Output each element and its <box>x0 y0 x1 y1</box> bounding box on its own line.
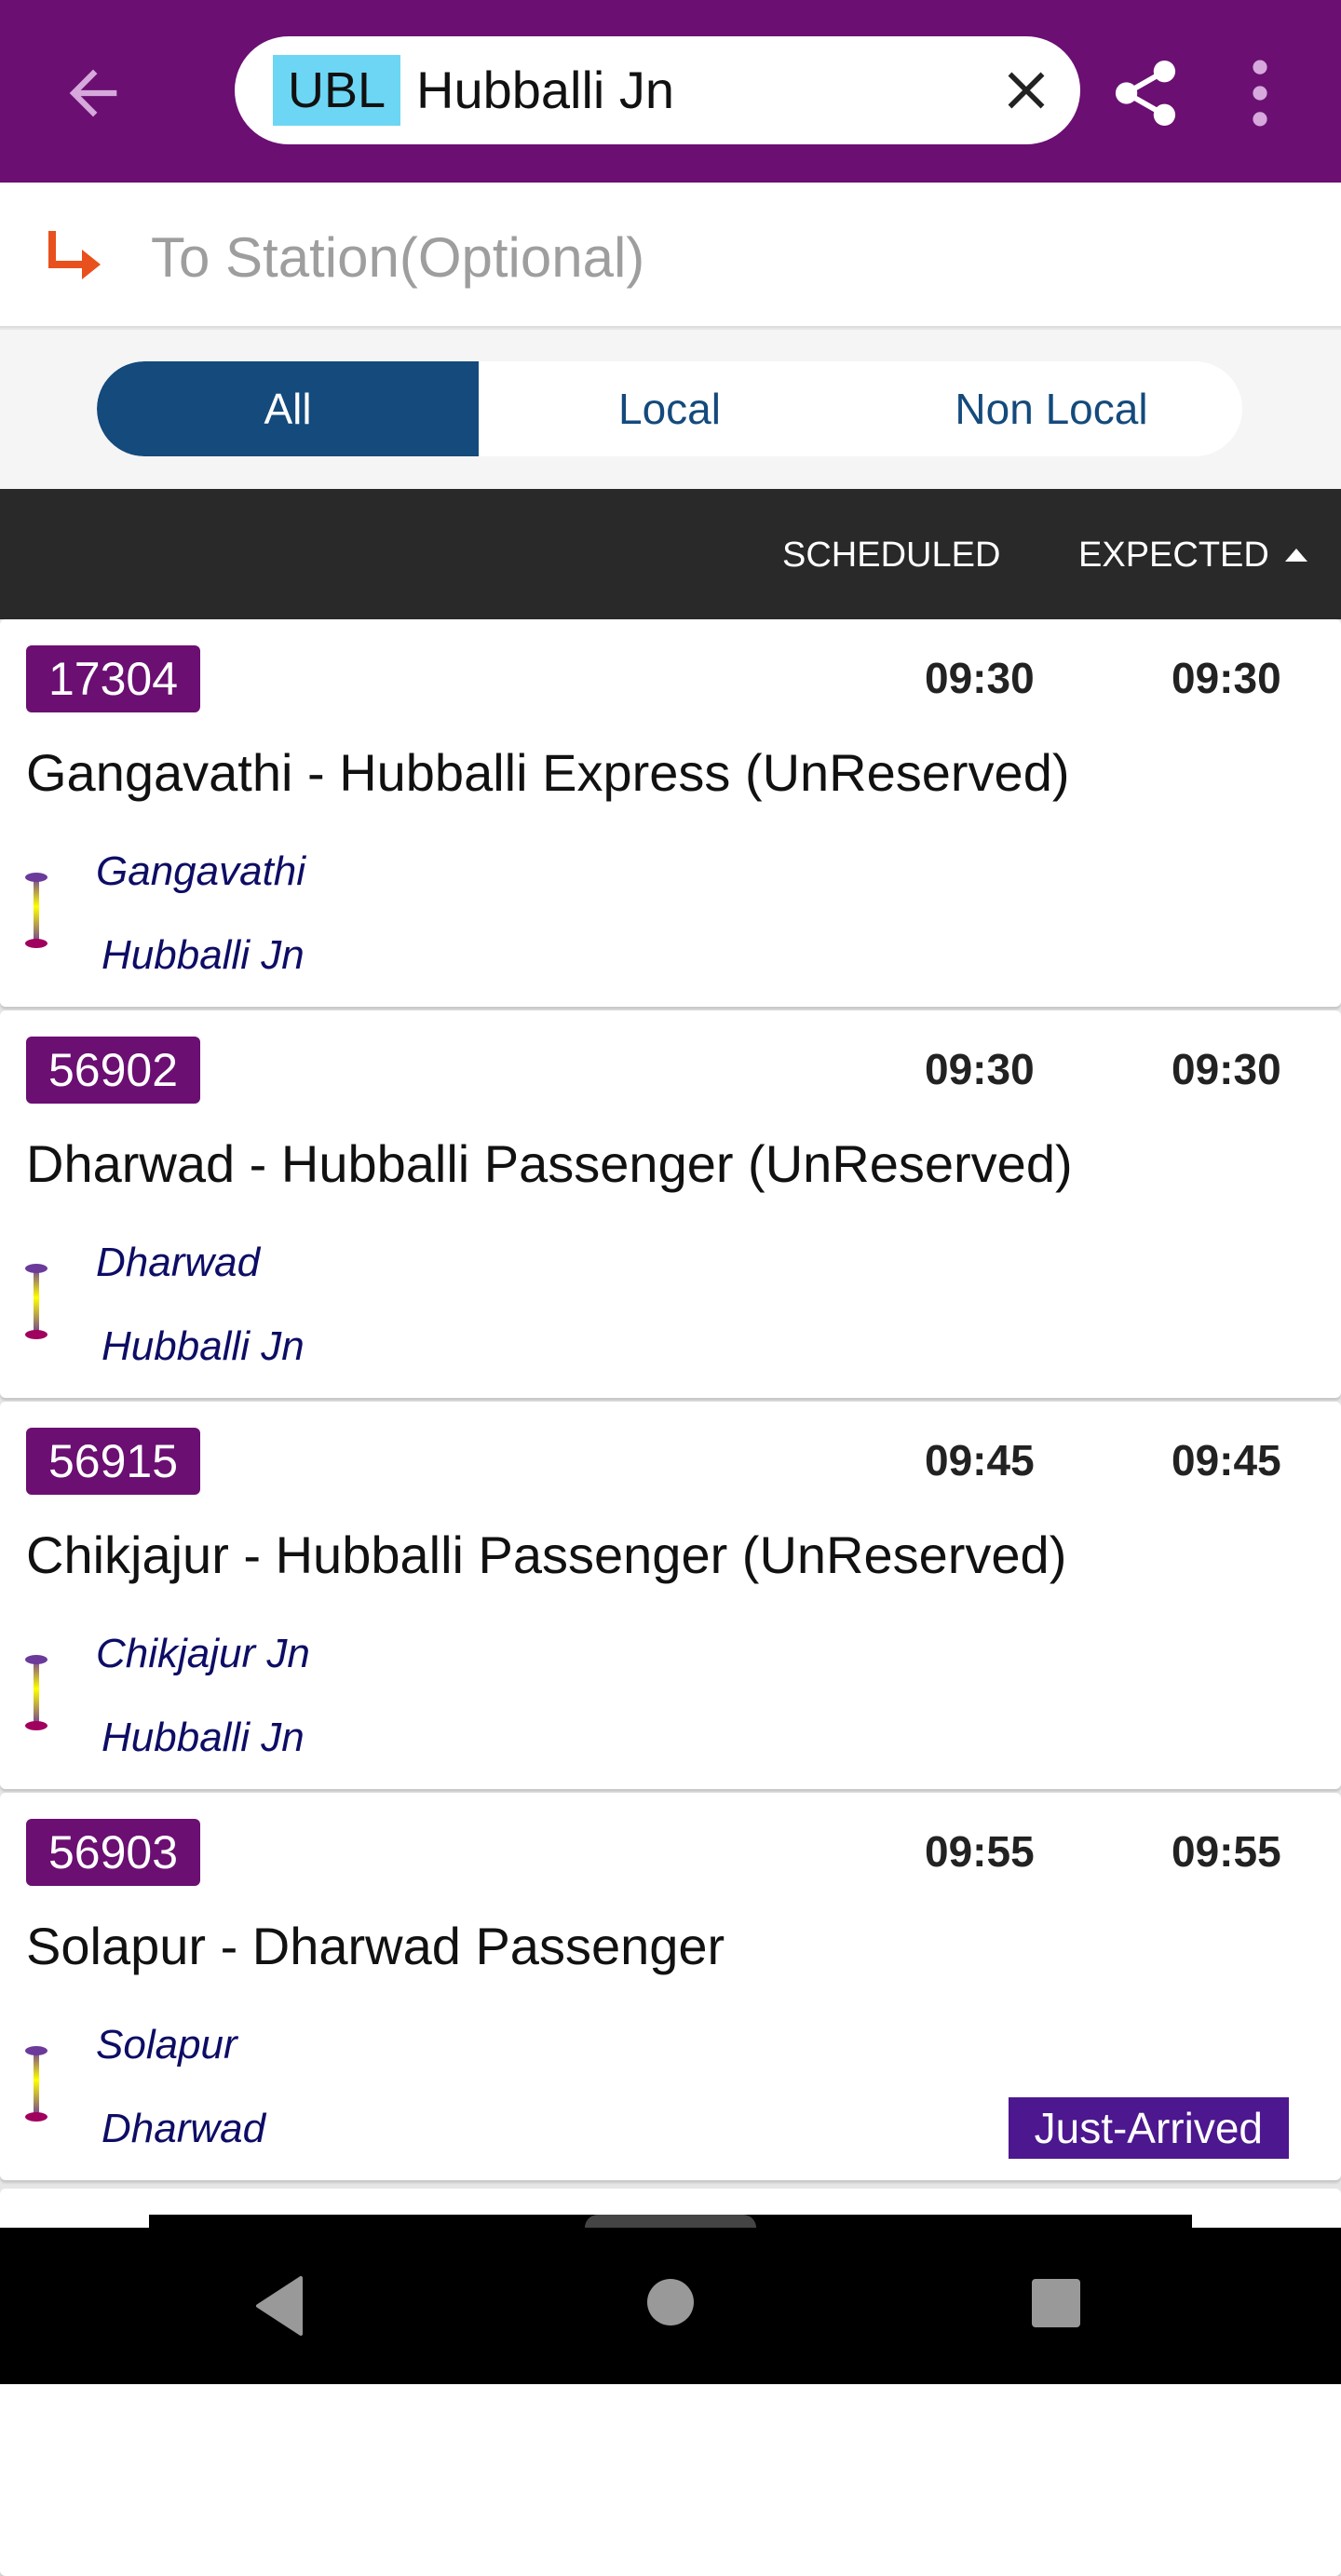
from-station-field[interactable]: UBL Hubballi Jn <box>235 36 1080 144</box>
system-nav-bar <box>0 2228 1341 2384</box>
origin-station: Chikjajur Jn <box>96 1631 310 1676</box>
origin-station: Gangavathi <box>96 848 306 894</box>
station-code-badge: UBL <box>273 55 401 126</box>
expected-time: 09:30 <box>1172 1045 1281 1093</box>
destination-station: Hubballi Jn <box>102 1715 305 1760</box>
train-number-badge: 56903 <box>26 1819 201 1886</box>
scheduled-time: 09:45 <box>925 1436 1035 1485</box>
origin-station: Solapur <box>96 2022 237 2068</box>
train-card[interactable]: 56902 09:30 09:30 Dharwad - Hubballi Pas… <box>0 1010 1341 1398</box>
nav-back-icon[interactable] <box>256 2276 303 2336</box>
train-name: Solapur - Dharwad Passenger <box>26 1917 725 1975</box>
tab-all[interactable]: All <box>97 361 479 456</box>
nav-recents-icon[interactable] <box>1032 2279 1080 2327</box>
scheduled-time: 09:55 <box>925 1827 1035 1876</box>
scheduled-column[interactable]: SCHEDULED <box>782 536 1000 576</box>
share-icon[interactable] <box>1113 58 1178 129</box>
to-station-placeholder: To Station(Optional) <box>151 226 645 289</box>
destination-station: Hubballi Jn <box>102 932 305 978</box>
to-station-input[interactable]: To Station(Optional) <box>0 183 1341 328</box>
expected-time: 09:30 <box>1172 654 1281 702</box>
close-icon[interactable] <box>998 62 1054 118</box>
nav-home-icon[interactable] <box>646 2278 695 2326</box>
app-bar: UBL Hubballi Jn <box>0 0 1341 183</box>
route-icon <box>25 1655 47 1730</box>
scheduled-time: 09:30 <box>925 1045 1035 1093</box>
filter-bar: All Local Non Local <box>0 330 1341 489</box>
tab-local[interactable]: Local <box>479 361 860 456</box>
more-options-icon[interactable] <box>1243 58 1277 129</box>
origin-station: Dharwad <box>96 1240 261 1285</box>
station-name: Hubballi Jn <box>416 61 675 119</box>
train-number-badge: 17304 <box>26 645 201 712</box>
train-number-badge: 56902 <box>26 1037 201 1104</box>
train-number-badge: 56915 <box>26 1428 201 1495</box>
filter-segmented-control: All Local Non Local <box>97 361 1242 456</box>
column-header: SCHEDULED EXPECTED <box>0 489 1341 619</box>
train-card[interactable]: 17304 09:30 09:30 Gangavathi - Hubballi … <box>0 619 1341 1007</box>
train-card[interactable]: 56915 09:45 09:45 Chikjajur - Hubballi P… <box>0 1402 1341 1789</box>
back-arrow-icon[interactable] <box>58 58 129 129</box>
tab-non-local[interactable]: Non Local <box>860 361 1242 456</box>
train-name: Dharwad - Hubballi Passenger (UnReserved… <box>26 1134 1073 1193</box>
destination-station: Hubballi Jn <box>102 1323 305 1369</box>
route-icon <box>25 873 47 948</box>
expected-time: 09:45 <box>1172 1436 1281 1485</box>
destination-station: Dharwad <box>102 2106 266 2151</box>
route-icon <box>25 2046 47 2122</box>
route-icon <box>25 1264 47 1339</box>
train-card[interactable]: 56903 09:55 09:55 Solapur - Dharwad Pass… <box>0 1793 1341 2180</box>
expected-time: 09:55 <box>1172 1827 1281 1876</box>
train-name: Gangavathi - Hubballi Express (UnReserve… <box>26 743 1070 802</box>
sort-ascending-icon[interactable] <box>1285 549 1307 562</box>
scheduled-time: 09:30 <box>925 654 1035 702</box>
train-name: Chikjajur - Hubballi Passenger (UnReserv… <box>26 1525 1067 1584</box>
turn-right-arrow-icon <box>48 231 101 279</box>
status-badge: Just-Arrived <box>1008 2097 1289 2159</box>
expected-column[interactable]: EXPECTED <box>1078 536 1269 576</box>
